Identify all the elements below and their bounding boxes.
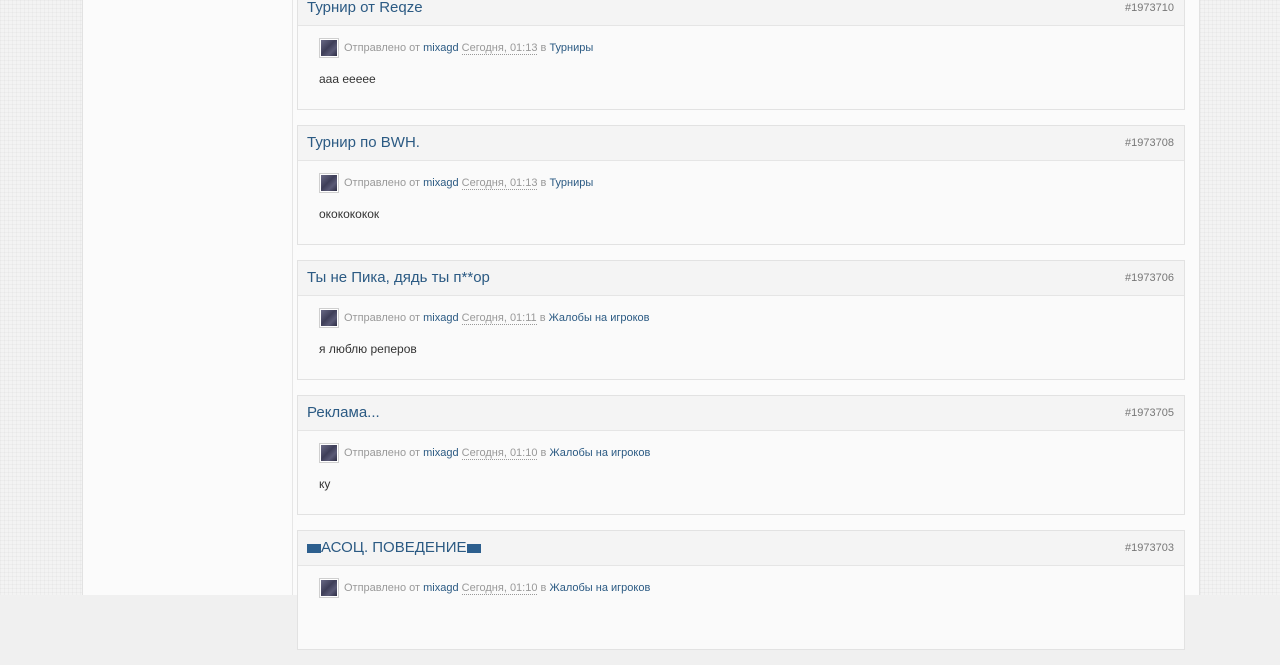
result-item: Турнир от Reqze #1973710 Отправлено от m… xyxy=(297,0,1185,110)
author-link[interactable]: mixagd xyxy=(423,582,458,594)
post-date: Сегодня, 01:11 xyxy=(461,312,537,325)
posted-by-label: Отправлено от xyxy=(344,447,421,459)
result-item: Турнир по BWH. #1973708 Отправлено от mi… xyxy=(297,125,1185,245)
sidebar xyxy=(83,0,293,595)
result-id[interactable]: #1973710 xyxy=(1125,2,1174,14)
result-header: Ты не Пика, дядь ты п**ор #1973706 xyxy=(298,261,1184,296)
post-date: Сегодня, 01:10 xyxy=(461,582,538,595)
result-item: АСОЦ. ПОВЕДЕНИЕ #1973703 Отправлено от m… xyxy=(297,530,1185,650)
in-label: в xyxy=(540,447,547,459)
avatar[interactable] xyxy=(319,443,339,463)
forum-link[interactable]: Турниры xyxy=(549,177,593,189)
posted-by-label: Отправлено от xyxy=(344,312,421,324)
result-header: Турнир от Reqze #1973710 xyxy=(298,0,1184,26)
posted-by-label: Отправлено от xyxy=(344,177,421,189)
result-header: АСОЦ. ПОВЕДЕНИЕ #1973703 xyxy=(298,531,1184,566)
result-item: Ты не Пика, дядь ты п**ор #1973706 Отпра… xyxy=(297,260,1185,380)
forum-link[interactable]: Жалобы на игроков xyxy=(549,447,650,459)
page-container: Турнир от Reqze #1973710 Отправлено от m… xyxy=(82,0,1200,650)
avatar[interactable] xyxy=(319,173,339,193)
result-snippet: ааа ееееe xyxy=(319,72,376,86)
post-date: Сегодня, 01:10 xyxy=(461,447,538,460)
result-snippet: ококококок xyxy=(319,207,380,221)
author-link[interactable]: mixagd xyxy=(423,312,458,324)
author-link[interactable]: mixagd xyxy=(423,177,458,189)
result-id[interactable]: #1973703 xyxy=(1125,542,1174,554)
result-title-text: АСОЦ. ПОВЕДЕНИЕ xyxy=(321,539,467,556)
in-label: в xyxy=(540,177,547,189)
flag-icon xyxy=(466,544,481,553)
result-snippet: ку xyxy=(319,477,331,491)
posted-by-label: Отправлено от xyxy=(344,42,421,54)
result-title-link[interactable]: Турнир от Reqze xyxy=(307,0,423,16)
post-date: Сегодня, 01:13 xyxy=(461,177,538,190)
posted-by-label: Отправлено от xyxy=(344,582,421,594)
result-header: Реклама... #1973705 xyxy=(298,396,1184,431)
result-title-link[interactable]: Ты не Пика, дядь ты п**ор xyxy=(307,269,490,286)
post-date: Сегодня, 01:13 xyxy=(461,42,538,55)
avatar[interactable] xyxy=(319,38,339,58)
result-id[interactable]: #1973705 xyxy=(1125,407,1174,419)
flag-icon xyxy=(307,544,321,553)
avatar[interactable] xyxy=(319,308,339,328)
result-item: Реклама... #1973705 Отправлено от mixagd… xyxy=(297,395,1185,515)
in-label: в xyxy=(539,312,546,324)
result-id[interactable]: #1973708 xyxy=(1125,137,1174,149)
in-label: в xyxy=(540,582,547,594)
result-id[interactable]: #1973706 xyxy=(1125,272,1174,284)
author-link[interactable]: mixagd xyxy=(423,42,458,54)
forum-link[interactable]: Жалобы на игроков xyxy=(549,582,650,594)
search-results: Турнир от Reqze #1973710 Отправлено от m… xyxy=(297,0,1185,665)
result-title-link[interactable]: Турнир по BWH. xyxy=(307,134,420,151)
forum-link[interactable]: Турниры xyxy=(549,42,593,54)
result-header: Турнир по BWH. #1973708 xyxy=(298,126,1184,161)
result-snippet: я люблю реперов xyxy=(319,342,417,356)
result-title-link[interactable]: АСОЦ. ПОВЕДЕНИЕ xyxy=(307,539,481,556)
result-title-link[interactable]: Реклама... xyxy=(307,404,380,421)
in-label: в xyxy=(540,42,547,54)
author-link[interactable]: mixagd xyxy=(423,447,458,459)
avatar[interactable] xyxy=(319,578,339,598)
forum-link[interactable]: Жалобы на игроков xyxy=(549,312,650,324)
